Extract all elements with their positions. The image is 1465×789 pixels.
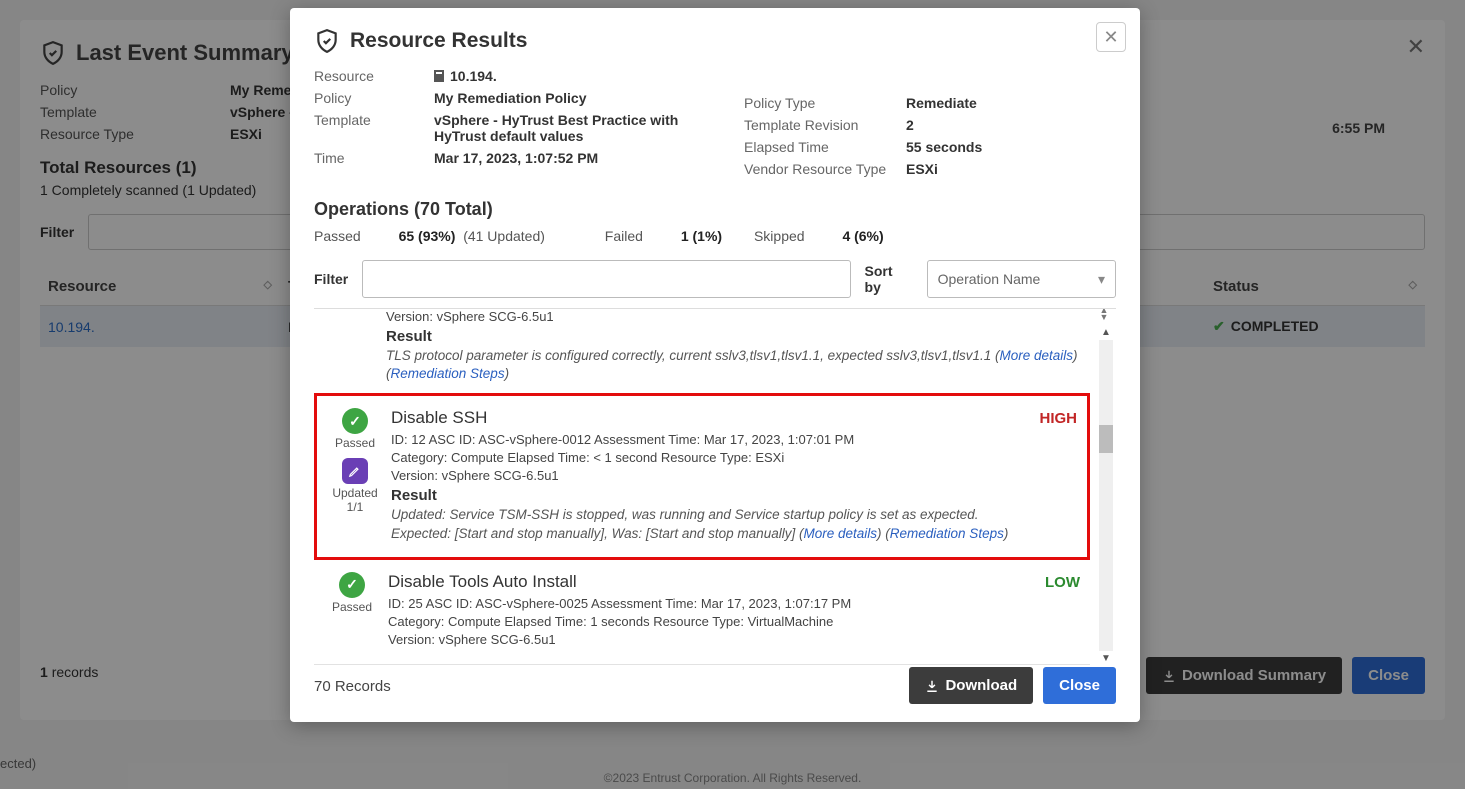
results-list: ▲▼ ▲ ▼ Version: vSphere SCG-6.5u1 Result… <box>314 308 1116 668</box>
ptype-label: Policy Type <box>744 95 906 111</box>
pass-icon: ✓ <box>342 408 368 434</box>
elapsed-label: Elapsed Time <box>744 139 906 155</box>
severity-badge: LOW <box>1020 572 1080 650</box>
status-label: Passed <box>326 600 378 614</box>
scroll-thumb[interactable] <box>1099 425 1113 453</box>
resource-value: 10.194. <box>434 68 497 84</box>
filter-label: Filter <box>314 271 348 287</box>
operation-item-disable-ssh: ✓ Passed Updated 1/1 Disable SSH ID: 12 … <box>314 393 1090 559</box>
op-meta-1: ID: 25 ASC ID: ASC-vSphere-0025 Assessme… <box>388 596 1020 611</box>
resource-results-modal: ✕ Resource Results Resource10.194. Polic… <box>290 8 1140 722</box>
shield-icon <box>314 28 340 54</box>
operations-stats: Passed 65 (93%) (41 Updated) Failed 1 (1… <box>314 228 1116 244</box>
scrollbar[interactable]: ▲ ▼ <box>1098 327 1114 664</box>
updated-icon <box>342 458 368 484</box>
result-heading: Result <box>386 328 1080 345</box>
scroll-up-icon[interactable]: ▲ <box>1101 327 1111 338</box>
scroll-down-icon[interactable]: ▼ <box>1101 653 1111 664</box>
more-details-link[interactable]: More details <box>803 526 877 541</box>
resource-label: Resource <box>314 68 434 84</box>
modal-title: Resource Results <box>350 29 527 53</box>
operation-name: Disable SSH <box>391 408 1017 428</box>
operation-name: Disable Tools Auto Install <box>388 572 1020 592</box>
template-label: Template <box>314 112 434 144</box>
chevron-down-icon: ▾ <box>1098 271 1105 288</box>
pass-icon: ✓ <box>339 572 365 598</box>
operation-item-disable-tools: ✓ Passed Disable Tools Auto Install ID: … <box>314 560 1090 665</box>
result-text: Updated: Service TSM-SSH is stopped, was… <box>391 506 1017 542</box>
trev-value: 2 <box>906 117 914 133</box>
updated-label: Updated <box>329 486 381 500</box>
filter-input[interactable] <box>362 260 850 298</box>
download-button[interactable]: Download <box>909 667 1033 704</box>
sort-value: Operation Name <box>938 271 1041 287</box>
op-version: Version: vSphere SCG-6.5u1 <box>386 309 1080 324</box>
elapsed-value: 55 seconds <box>906 139 982 155</box>
remediation-steps-link[interactable]: Remediation Steps <box>391 366 505 381</box>
result-heading: Result <box>391 487 1017 504</box>
updated-count: 1/1 <box>329 500 381 514</box>
sortby-label: Sort by <box>865 263 913 295</box>
op-meta-2: Category: Compute Elapsed Time: < 1 seco… <box>391 450 1017 465</box>
status-label: Passed <box>329 436 381 450</box>
template-value: vSphere - HyTrust Best Practice with HyT… <box>434 112 704 144</box>
result-text: TLS protocol parameter is configured cor… <box>386 347 1080 383</box>
op-meta-2: Category: Compute Elapsed Time: 1 second… <box>388 614 1020 629</box>
policy-value: My Remediation Policy <box>434 90 586 106</box>
trev-label: Template Revision <box>744 117 906 133</box>
severity-badge: HIGH <box>1017 408 1077 542</box>
vrt-label: Vendor Resource Type <box>744 161 906 177</box>
remediation-steps-link[interactable]: Remediation Steps <box>890 526 1004 541</box>
op-meta-3: Version: vSphere SCG-6.5u1 <box>391 468 1017 483</box>
more-details-link[interactable]: More details <box>1000 348 1074 363</box>
ptype-value: Remediate <box>906 95 977 111</box>
server-icon <box>434 70 444 82</box>
op-meta-1: ID: 12 ASC ID: ASC-vSphere-0012 Assessme… <box>391 432 1017 447</box>
close-button[interactable]: Close <box>1043 667 1116 704</box>
sortby-select[interactable]: Operation Name ▾ <box>927 260 1116 298</box>
modal-close-button[interactable]: ✕ <box>1096 22 1126 52</box>
policy-label: Policy <box>314 90 434 106</box>
operations-title: Operations (70 Total) <box>314 199 1116 220</box>
vrt-value: ESXi <box>906 161 938 177</box>
op-meta-3: Version: vSphere SCG-6.5u1 <box>388 632 1020 647</box>
operation-item-partial: Version: vSphere SCG-6.5u1 Result TLS pr… <box>314 309 1090 393</box>
time-label: Time <box>314 150 434 166</box>
time-value: Mar 17, 2023, 1:07:52 PM <box>434 150 598 166</box>
sort-toggle[interactable]: ▲▼ <box>1098 308 1110 321</box>
scroll-track[interactable] <box>1099 340 1113 651</box>
